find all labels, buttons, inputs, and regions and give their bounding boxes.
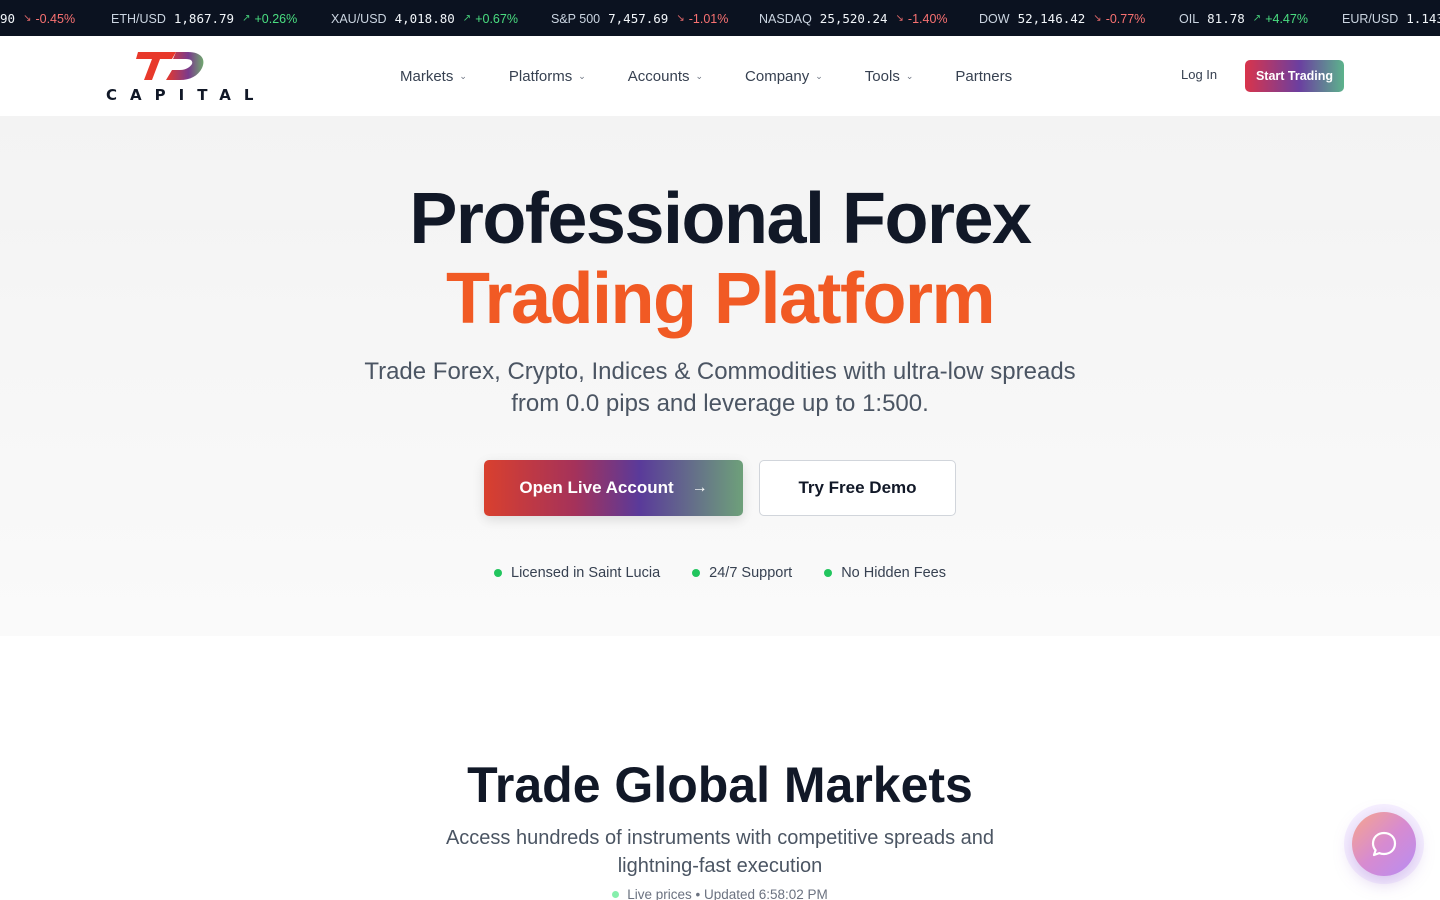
hero-subtitle: Trade Forex, Crypto, Indices & Commoditi… (320, 356, 1120, 420)
ticker-change: ↘ -1.01% (676, 12, 728, 26)
button-label: Open Live Account (519, 478, 674, 497)
status-dot-icon (824, 569, 833, 577)
ticker-change-value: -1.40% (907, 11, 948, 26)
start-trading-button[interactable]: Start Trading (1245, 60, 1344, 92)
trend-down-icon: ↘ (676, 13, 685, 24)
live-status-text: Live prices • Updated 6:58:02 PM (627, 887, 828, 900)
markets-subtitle-line2: lightning-fast execution (617, 855, 823, 877)
markets-title: Trade Global Markets (467, 757, 973, 813)
ticker-price: 52,146.42 (1017, 11, 1086, 26)
chat-widget-button[interactable] (1352, 812, 1416, 876)
chevron-down-icon: ⌄ (905, 70, 914, 81)
ticker-change-value: +4.47% (1265, 11, 1308, 26)
ticker-change: ↗ +0.26% (242, 12, 297, 26)
main-nav: Markets ⌄ Platforms ⌄ Accounts ⌄ Company ⌄ T… (400, 36, 1012, 116)
ticker-item: ETH/USD 1,867.79 ↗ +0.26% (111, 11, 297, 26)
hero-subtitle-line1: Trade Forex, Crypto, Indices & Commoditi… (364, 358, 1076, 385)
trend-up-icon: ↗ (462, 13, 472, 24)
ticker-symbol: DOW (979, 11, 1010, 26)
trust-badges: Licensed in Saint Lucia 24/7 Support No … (0, 565, 1440, 581)
ticker-price: 25,520.24 (819, 11, 888, 26)
ticker-change-value: +0.67% (475, 11, 518, 26)
badge-text: No Hidden Fees (841, 565, 946, 581)
site-header: CAPITAL Markets ⌄ Platforms ⌄ Accounts ⌄ Co… (0, 36, 1440, 116)
ticker-symbol: EUR/USD (1342, 11, 1399, 26)
ticker-item: EUR/USD 1.143 (1342, 11, 1440, 26)
ticker-symbol: XAU/USD (331, 11, 387, 26)
hero-title-line2: Trading Platform (445, 259, 996, 339)
nav-partners[interactable]: Partners (955, 68, 1012, 85)
nav-label: Platforms (508, 67, 573, 85)
trend-down-icon: ↘ (1093, 13, 1102, 24)
logo-mark-icon (136, 52, 204, 80)
nav-label: Tools (864, 67, 900, 85)
open-live-account-button[interactable]: Open Live Account → (484, 460, 743, 516)
nav-company[interactable]: Company ⌄ (745, 68, 823, 85)
chevron-down-icon: ⌄ (578, 70, 586, 81)
chevron-down-icon: ⌄ (815, 70, 823, 81)
badge-support: 24/7 Support (692, 565, 792, 581)
nav-label: Markets (400, 67, 454, 85)
chevron-down-icon: ⌄ (695, 70, 704, 81)
ticker-item: 90 ↘ -0.45% (0, 11, 75, 26)
price-ticker: 90 ↘ -0.45% ETH/USD 1,867.79 ↗ +0.26% XAU/USD 4,… (0, 0, 1440, 36)
logo[interactable]: CAPITAL (106, 50, 253, 104)
trend-up-icon: ↗ (1252, 13, 1262, 24)
live-dot-icon (612, 891, 620, 898)
nav-accounts[interactable]: Accounts ⌄ (628, 68, 703, 85)
trend-down-icon: ↘ (895, 13, 904, 24)
ticker-price: 4,018.80 (394, 11, 455, 26)
hero-title-line1: Professional Forex (409, 179, 1032, 259)
ticker-price: 90 (0, 11, 16, 26)
trend-down-icon: ↘ (23, 13, 32, 24)
nav-tools[interactable]: Tools ⌄ (865, 68, 914, 85)
nav-label: Partners (955, 67, 1013, 85)
chat-bubble-icon (1371, 831, 1397, 857)
ticker-symbol: ETH/USD (111, 11, 166, 26)
ticker-change-value: -1.01% (688, 11, 729, 26)
badge-text: 24/7 Support (709, 565, 793, 581)
hero-section: Professional Forex Trading Platform Trad… (0, 116, 1440, 636)
ticker-item: NASDAQ 25,520.24 ↘ -1.40% (759, 11, 948, 26)
ticker-symbol: OIL (1179, 11, 1200, 26)
ticker-price: 7,457.69 (608, 11, 669, 26)
nav-label: Accounts (627, 67, 690, 85)
arrow-right-icon: → (691, 479, 708, 496)
ticker-symbol: NASDAQ (759, 11, 812, 26)
hero-subtitle-line2: from 0.0 pips and leverage up to 1:500. (511, 390, 929, 417)
ticker-item: OIL 81.78 ↗ +4.47% (1179, 11, 1308, 26)
badge-fees: No Hidden Fees (824, 565, 946, 581)
login-link[interactable]: Log In (1181, 67, 1217, 82)
ticker-change: ↗ +4.47% (1253, 12, 1308, 26)
live-prices-status: Live prices • Updated 6:58:02 PM (0, 887, 1440, 900)
ticker-price: 1,867.79 (173, 11, 235, 26)
markets-subtitle: Access hundreds of instruments with comp… (400, 824, 1040, 880)
markets-section: Trade Global Markets Access hundreds of … (0, 636, 1440, 900)
ticker-change: ↘ -0.77% (1093, 12, 1145, 26)
ticker-symbol: S&P 500 (551, 11, 601, 26)
status-dot-icon (494, 569, 503, 577)
try-free-demo-button[interactable]: Try Free Demo (759, 460, 956, 516)
ticker-change-value: -0.45% (35, 11, 76, 26)
ticker-change-value: -0.77% (1105, 11, 1146, 26)
badge-text: Licensed in Saint Lucia (511, 565, 661, 581)
status-dot-icon (692, 569, 701, 577)
ticker-change-value: +0.26% (254, 11, 298, 26)
ticker-price: 81.78 (1207, 11, 1245, 26)
ticker-item: XAU/USD 4,018.80 ↗ +0.67% (331, 11, 518, 26)
ticker-price: 1.143 (1406, 11, 1440, 26)
ticker-item: DOW 52,146.42 ↘ -0.77% (979, 11, 1145, 26)
ticker-change: ↘ -1.40% (896, 12, 948, 26)
nav-label: Company (745, 67, 810, 85)
ticker-change: ↗ +0.67% (463, 12, 518, 26)
markets-subtitle-line1: Access hundreds of instruments with comp… (445, 827, 995, 849)
logo-wordmark: CAPITAL (106, 86, 267, 104)
chevron-down-icon: ⌄ (459, 70, 467, 81)
nav-markets[interactable]: Markets ⌄ (400, 68, 467, 85)
trend-up-icon: ↗ (242, 13, 251, 24)
ticker-item: S&P 500 7,457.69 ↘ -1.01% (551, 11, 728, 26)
nav-platforms[interactable]: Platforms ⌄ (509, 68, 586, 85)
ticker-change: ↘ -0.45% (23, 12, 75, 26)
badge-licensed: Licensed in Saint Lucia (494, 565, 660, 581)
